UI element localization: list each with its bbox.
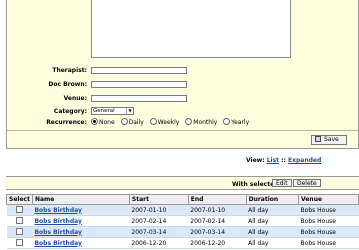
event-form-panel: Therapist: Doc Brown: Venue: Category: G…: [6, 0, 359, 149]
recurrence-label: Recurrence:: [46, 119, 87, 126]
event-end: 2007-01-10: [188, 204, 247, 216]
radio-selected-icon: [91, 118, 98, 125]
therapist-field[interactable]: [91, 67, 187, 74]
event-duration: All day: [246, 237, 299, 249]
table-row: Bobs Birthday 2007-03-14 2007-03-14 All …: [6, 226, 359, 238]
table-row: Bobs Birthday 2006-12-20 2006-12-20 All …: [6, 237, 359, 249]
column-header-start[interactable]: Start: [128, 194, 189, 205]
event-end: 2007-02-14: [188, 215, 247, 227]
row-select-checkbox[interactable]: [15, 205, 23, 213]
doc-brown-field[interactable]: [91, 81, 187, 88]
edit-button[interactable]: Edit: [272, 179, 292, 187]
event-duration: All day: [246, 226, 299, 238]
table-row: Bobs Birthday 2007-01-10 2007-01-10 All …: [6, 204, 359, 216]
recurrence-monthly-radio[interactable]: Monthly: [185, 118, 217, 126]
category-select[interactable]: General ▼: [91, 107, 134, 115]
recurrence-none-radio[interactable]: None: [91, 118, 115, 126]
chevron-down-icon: ▼: [126, 108, 133, 114]
event-venue: Bobs House: [298, 215, 359, 227]
save-button[interactable]: Save: [311, 135, 347, 145]
event-duration: All day: [246, 215, 299, 227]
radio-icon: [120, 118, 128, 125]
venue-field[interactable]: [91, 95, 187, 102]
view-list-link[interactable]: List: [267, 157, 279, 164]
event-end: 2007-03-14: [188, 226, 247, 238]
recurrence-daily-radio[interactable]: Daily: [120, 118, 144, 126]
floppy-disk-icon: [315, 136, 321, 142]
view-switcher: View: List :: Expanded: [246, 157, 322, 164]
radio-icon: [185, 118, 193, 125]
event-end: 2006-12-20: [188, 237, 247, 249]
delete-button[interactable]: Delete: [293, 179, 321, 187]
column-header-name[interactable]: Name: [31, 194, 130, 205]
category-label: Category:: [53, 108, 87, 115]
recurrence-weekly-radio[interactable]: Weekly: [149, 118, 179, 126]
event-name-link[interactable]: Bobs Birthday: [34, 229, 81, 236]
recurrence-radio-group: None Daily Weekly Monthly Yearly: [91, 118, 253, 126]
radio-icon: [223, 118, 231, 125]
with-selected-bar: With selected: Edit Delete: [6, 176, 359, 190]
recurrence-yearly-radio[interactable]: Yearly: [223, 118, 249, 126]
event-name-link[interactable]: Bobs Birthday: [34, 218, 81, 225]
row-select-checkbox[interactable]: [15, 216, 23, 224]
event-venue: Bobs House: [298, 226, 359, 238]
radio-icon: [149, 118, 157, 125]
column-header-duration[interactable]: Duration: [245, 194, 300, 205]
row-select-checkbox[interactable]: [15, 238, 23, 246]
event-start: 2006-12-20: [129, 237, 189, 249]
column-header-end[interactable]: End: [187, 194, 247, 205]
event-name-link[interactable]: Bobs Birthday: [34, 240, 81, 247]
event-venue: Bobs House: [298, 204, 359, 216]
therapist-label: Therapist:: [52, 67, 87, 74]
column-header-venue[interactable]: Venue: [298, 194, 359, 205]
event-start: 2007-02-14: [129, 215, 189, 227]
table-row: Bobs Birthday 2007-02-14 2007-02-14 All …: [6, 215, 359, 227]
doc-brown-label: Doc Brown:: [48, 81, 87, 88]
notes-textarea[interactable]: [91, 0, 291, 58]
venue-label: Venue:: [63, 95, 87, 102]
event-name-link[interactable]: Bobs Birthday: [34, 207, 81, 214]
event-start: 2007-03-14: [129, 226, 189, 238]
view-expanded-link[interactable]: Expanded: [288, 157, 321, 164]
event-venue: Bobs House: [298, 237, 359, 249]
event-start: 2007-01-10: [129, 204, 189, 216]
form-divider: [7, 130, 358, 131]
category-value: General: [93, 108, 115, 114]
events-table: Select Name Start End Duration Venue Bob…: [6, 194, 359, 249]
column-header-select[interactable]: Select: [6, 194, 33, 205]
row-select-checkbox[interactable]: [15, 227, 23, 235]
event-duration: All day: [246, 204, 299, 216]
table-header-row: Select Name Start End Duration Venue: [6, 194, 359, 205]
